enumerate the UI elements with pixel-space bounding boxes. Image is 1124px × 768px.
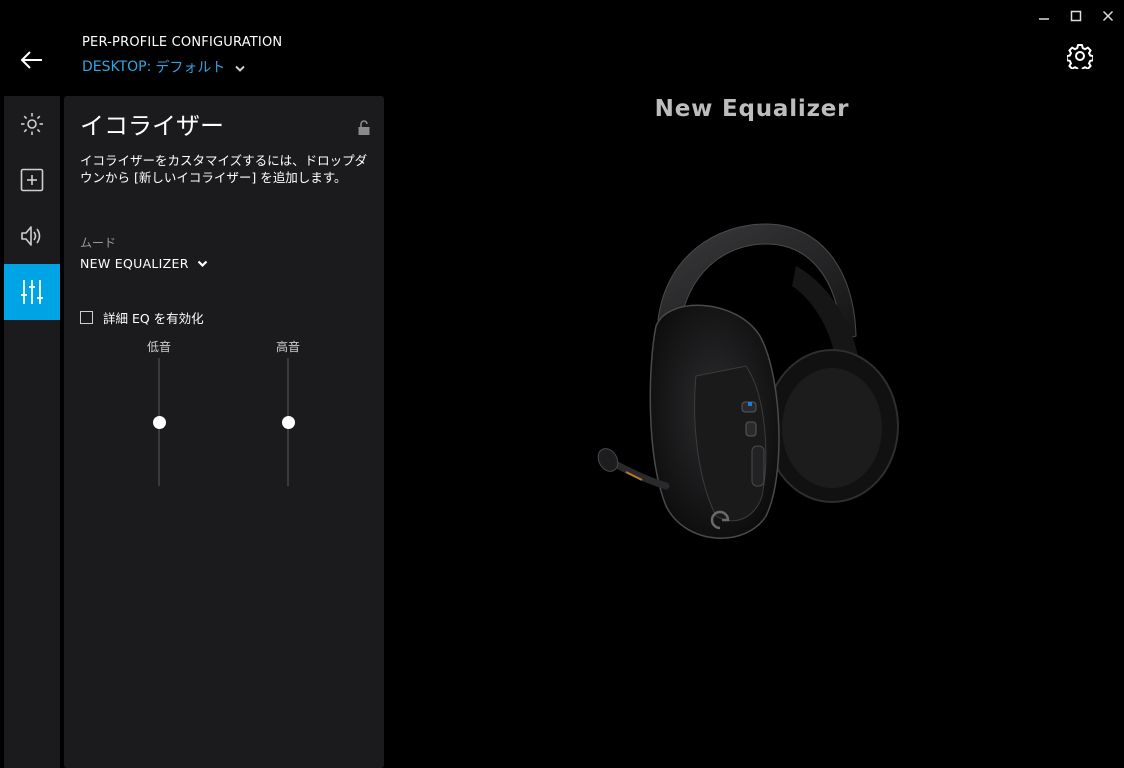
treble-slider-track[interactable] [281,358,295,486]
chevron-down-icon [197,260,207,267]
profile-value: デフォルト [155,60,226,76]
close-icon [1102,10,1114,22]
page-title: PER-PROFILE CONFIGURATION [82,35,283,50]
assignments-icon [20,168,44,192]
mode-label: ムード [80,236,117,250]
minimize-icon [1039,18,1049,20]
chevron-down-icon [235,65,246,72]
equalizer-name: New Equalizer [654,96,850,122]
sidebar-item-acoustics[interactable] [4,208,60,264]
back-arrow-icon [20,51,42,69]
maximize-button[interactable] [1062,4,1090,28]
advanced-eq-label: 詳細 EQ を有効化 [103,311,204,326]
close-button[interactable] [1094,4,1122,28]
sidebar-item-equalizer[interactable] [4,264,60,320]
treble-slider-label: 高音 [275,340,300,354]
headset-image [597,223,899,539]
advanced-eq-toggle[interactable]: 詳細 EQ を有効化 [80,308,204,327]
back-button[interactable] [14,44,50,76]
settings-button[interactable] [1064,40,1096,72]
mode-value: NEW EQUALIZER [80,256,189,271]
bass-slider-track[interactable] [152,358,166,486]
panel-title: イコライザー [80,112,224,140]
gear-icon [1067,44,1093,69]
minimize-button[interactable] [1030,4,1058,28]
advanced-eq-checkbox[interactable] [80,311,93,324]
bass-slider-thumb[interactable] [152,415,166,429]
maximize-icon [1070,10,1082,22]
treble-slider-thumb[interactable] [281,415,295,429]
bass-slider-label: 低音 [146,340,171,354]
equalizer-panel: イコライザー イコライザーをカスタマイズするには、ドロップダウンから [新しいイ… [64,96,384,768]
panel-description: イコライザーをカスタマイズするには、ドロップダウンから [新しいイコライザー] … [80,153,368,185]
equalizer-icon [21,280,43,304]
sidebar-item-assignments[interactable] [4,152,60,208]
sidebar [4,96,60,768]
profile-label: DESKTOP: [82,59,152,75]
profile-selector[interactable]: DESKTOP: デフォルト [82,57,246,77]
sidebar-item-lighting[interactable] [4,96,60,152]
unlock-icon[interactable] [357,120,371,136]
acoustics-icon [21,226,41,246]
lighting-icon [21,113,43,135]
mode-dropdown[interactable]: NEW EQUALIZER [80,256,208,271]
